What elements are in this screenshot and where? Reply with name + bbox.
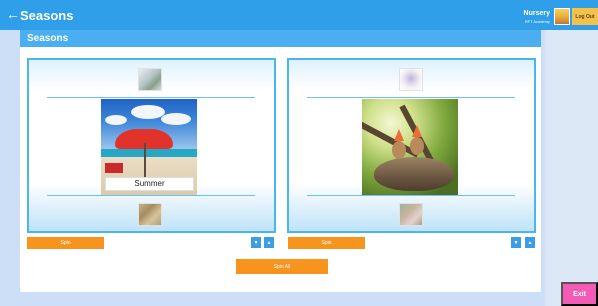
spin-all-button[interactable]: Spin All: [236, 259, 328, 274]
window-header: Seasons: [20, 30, 541, 47]
divider-line: [307, 195, 515, 196]
beach-chair-icon: [105, 163, 123, 173]
avatar: [554, 8, 570, 25]
slot-panel-left: Summer: [27, 58, 276, 233]
back-arrow-icon[interactable]: ←: [6, 6, 20, 23]
spin-button-right[interactable]: Spin: [288, 237, 365, 249]
user-organisation: RFT Academy: [524, 19, 550, 24]
divider-line: [307, 97, 515, 98]
scroll-up-button-right[interactable]: ▲: [525, 237, 535, 248]
nest-icon: [374, 157, 454, 191]
right-sidebar: [545, 30, 598, 306]
divider-line: [47, 195, 255, 196]
slot-panel-right: [287, 58, 536, 233]
scroll-down-button-right[interactable]: ▼: [511, 237, 521, 248]
exit-button[interactable]: Exit: [561, 282, 598, 306]
chick-icon: [392, 141, 406, 159]
user-info: Nursery RFT Academy: [524, 10, 550, 26]
scroll-down-button-left[interactable]: ▼: [251, 237, 261, 248]
snowy-field-thumbnail-icon[interactable]: [138, 68, 162, 91]
baby-birds-nest-image: [362, 99, 458, 195]
window-title: Seasons: [27, 33, 69, 44]
chick-icon: [410, 137, 424, 155]
beach-umbrella-image: Summer: [101, 99, 197, 195]
blossom-thumbnail-icon[interactable]: [399, 203, 423, 226]
flower-thumbnail-icon[interactable]: [399, 68, 423, 91]
user-name: Nursery: [523, 10, 550, 17]
app-title: Seasons: [20, 8, 74, 23]
top-bar: ← Seasons Nursery RFT Academy: [0, 0, 598, 30]
autumn-leaves-thumbnail-icon[interactable]: [138, 203, 162, 226]
season-caption: Summer: [105, 177, 194, 191]
logout-button[interactable]: Log Out: [572, 8, 598, 25]
spin-button-left[interactable]: Spin: [27, 237, 104, 249]
scroll-up-button-left[interactable]: ▲: [264, 237, 274, 248]
divider-line: [47, 97, 255, 98]
